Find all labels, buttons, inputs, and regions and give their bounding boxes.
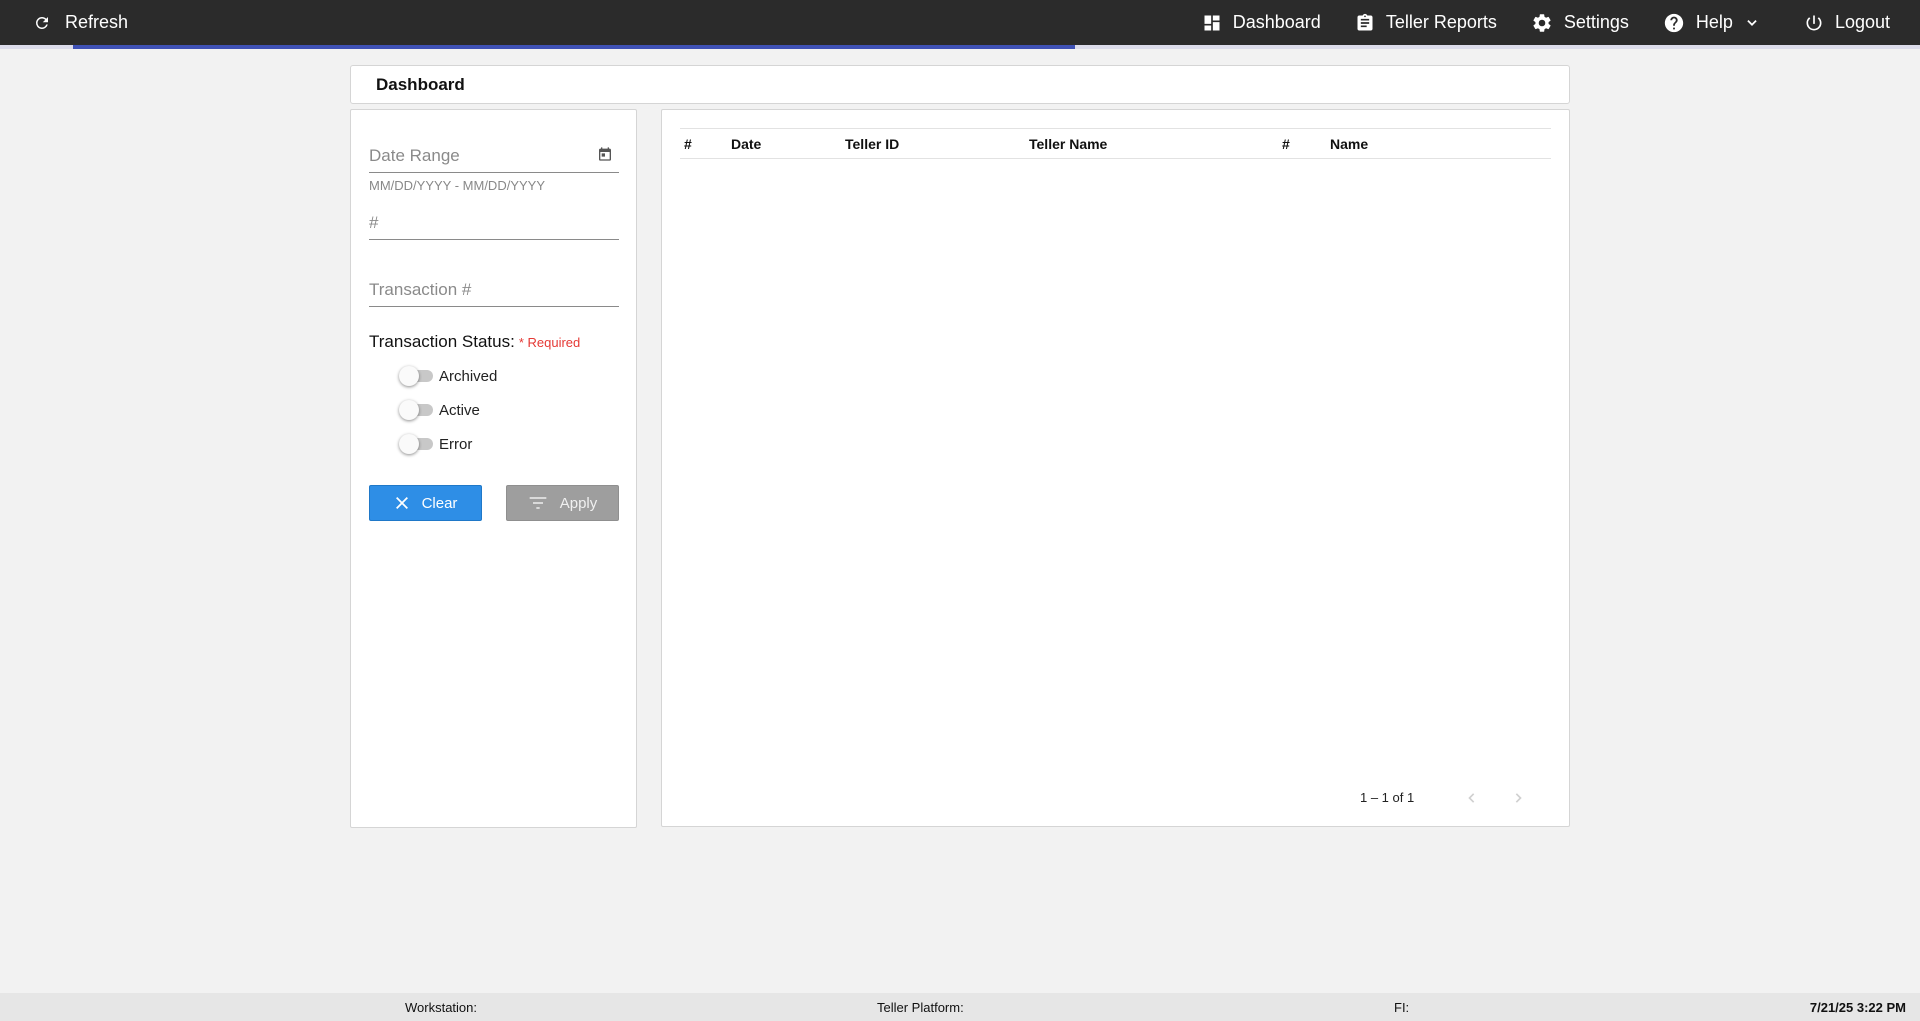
clipboard-icon (1357, 13, 1373, 31)
nav-dashboard[interactable]: Dashboard (1202, 0, 1321, 45)
column-header-name[interactable]: Name (1330, 129, 1368, 159)
transaction-status-text: Transaction Status: (369, 332, 515, 351)
date-range-field[interactable]: Date Range (369, 146, 619, 173)
toggle-archived[interactable]: Archived (399, 366, 497, 386)
previous-page-button[interactable] (1462, 788, 1482, 808)
dashboard-icon (1204, 15, 1220, 30)
top-navigation-bar: Refresh Dashboard Teller Reports Setting… (0, 0, 1920, 45)
teller-platform-label: Teller Platform: (877, 1000, 964, 1015)
refresh-icon (35, 16, 48, 29)
nav-help-label: Help (1695, 12, 1733, 32)
clear-label: Clear (421, 494, 458, 512)
column-header-number-2[interactable]: # (1282, 129, 1290, 159)
nav-teller-reports-label: Teller Reports (1385, 12, 1497, 32)
clear-button[interactable]: Clear (369, 485, 482, 521)
apply-button[interactable]: Apply (506, 485, 619, 521)
workstation-label: Workstation: (405, 1000, 478, 1015)
date-range-hint: MM/DD/YYYY - MM/DD/YYYY (369, 178, 546, 193)
results-table-panel: # Date Teller ID Teller Name # Name 1 – … (661, 109, 1570, 827)
power-icon (1806, 15, 1822, 30)
gear-icon (1533, 13, 1551, 32)
nav-teller-reports[interactable]: Teller Reports (1355, 0, 1497, 45)
filter-icon (529, 497, 547, 509)
column-header-teller-name[interactable]: Teller Name (1029, 129, 1107, 159)
nav-settings[interactable]: Settings (1531, 0, 1629, 45)
refresh-button[interactable]: Refresh (33, 0, 128, 45)
help-circle-icon (1664, 13, 1684, 32)
toggle-active[interactable]: Active (399, 400, 480, 420)
close-icon (395, 497, 408, 509)
nav-settings-label: Settings (1563, 12, 1629, 32)
column-header-teller-id[interactable]: Teller ID (845, 129, 899, 159)
paginator: 1 – 1 of 1 (660, 788, 1569, 808)
nav-logout[interactable]: Logout (1804, 0, 1890, 45)
status-footer: Workstation: Teller Platform: FI: 7/21/2… (0, 993, 1920, 1021)
apply-label: Apply (559, 494, 598, 512)
nav-dashboard-label: Dashboard (1232, 12, 1321, 32)
chevron-left-icon (1468, 793, 1475, 803)
filter-panel: Date Range MM/DD/YYYY - MM/DD/YYYY # Tra… (350, 109, 637, 828)
number-placeholder: # (369, 213, 379, 232)
required-indicator: * Required (518, 335, 581, 350)
error-label: Error (439, 435, 473, 453)
date-range-placeholder: Date Range (369, 146, 460, 165)
page-title: Dashboard (376, 74, 465, 94)
archived-switch[interactable] (399, 366, 433, 386)
transaction-status-label: Transaction Status: * Required (369, 332, 580, 352)
refresh-label: Refresh (65, 12, 129, 32)
column-header-date[interactable]: Date (731, 129, 761, 159)
nav-help[interactable]: Help (1663, 0, 1770, 45)
nav-logout-label: Logout (1834, 12, 1890, 32)
timestamp: 7/21/25 3:22 PM (1809, 1000, 1906, 1015)
paginator-range-label: 1 – 1 of 1 (1360, 790, 1415, 805)
table-header-row: # Date Teller ID Teller Name # Name (680, 128, 1551, 159)
toggle-error[interactable]: Error (399, 434, 472, 454)
archived-label: Archived (439, 367, 498, 385)
error-switch[interactable] (399, 434, 433, 454)
chevron-down-icon (1747, 19, 1757, 26)
active-label: Active (439, 401, 480, 419)
next-page-button[interactable] (1508, 788, 1528, 808)
number-field[interactable]: # (369, 213, 619, 240)
loading-progress-bar (73, 45, 1075, 49)
chevron-right-icon (1515, 793, 1522, 803)
calendar-icon[interactable] (597, 146, 613, 162)
breadcrumb: Dashboard (350, 65, 1570, 104)
active-switch[interactable] (399, 400, 433, 420)
transaction-number-placeholder: Transaction # (369, 280, 472, 299)
fi-label: FI: (1394, 1000, 1410, 1015)
transaction-number-field[interactable]: Transaction # (369, 280, 619, 307)
column-header-number[interactable]: # (684, 129, 692, 159)
